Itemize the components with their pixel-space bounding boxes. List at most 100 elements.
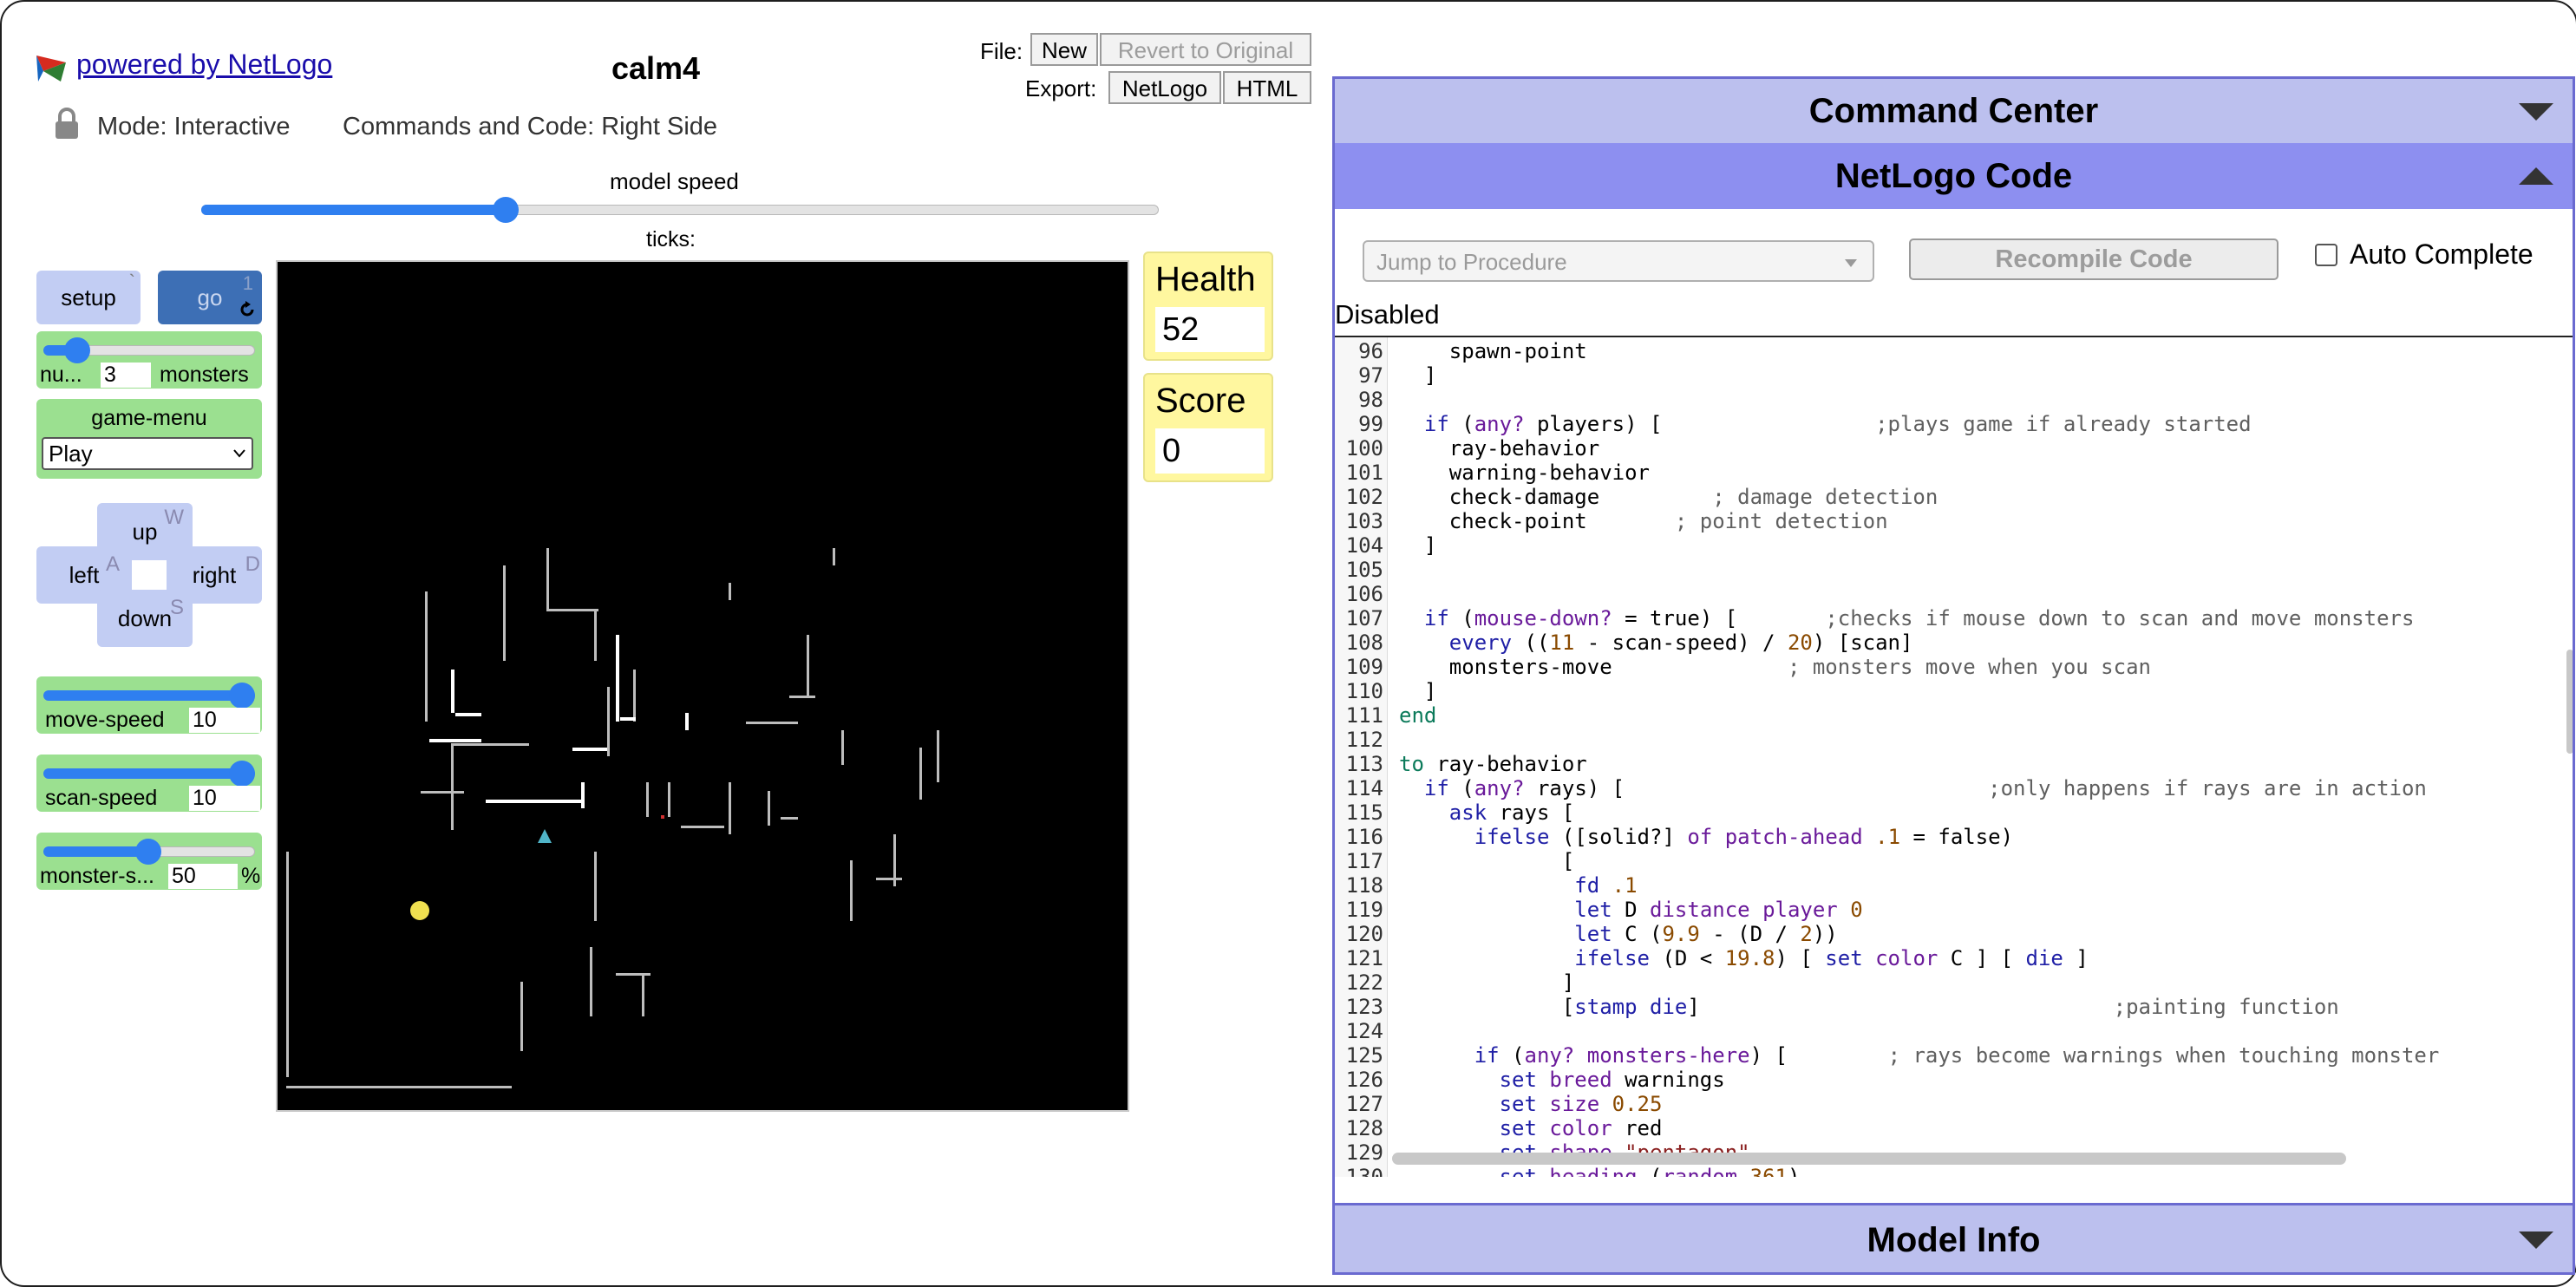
model-speed-thumb[interactable] bbox=[493, 197, 519, 223]
scanned-walls bbox=[286, 548, 939, 1088]
line-number: 126 bbox=[1345, 1068, 1383, 1092]
code-line[interactable]: 105 bbox=[1335, 558, 2549, 582]
code-line[interactable]: 102 check-damage ; damage detection bbox=[1335, 485, 2549, 509]
right-panel: Command Center NetLogo Code Jump to Proc… bbox=[1332, 76, 2575, 1275]
code-line[interactable]: 116 ifelse ([solid?] of patch-ahead .1 =… bbox=[1335, 825, 2549, 849]
netlogo-code-label: NetLogo Code bbox=[1834, 157, 2073, 195]
code-text: ray-behavior bbox=[1399, 436, 1600, 461]
commands-and-code-position[interactable]: Commands and Code: Right Side bbox=[343, 113, 717, 141]
game-menu-chooser[interactable]: game-menu Play bbox=[36, 399, 262, 479]
code-line[interactable]: 101 warning-behavior bbox=[1335, 461, 2549, 485]
scan-speed-value[interactable]: 10 bbox=[189, 786, 260, 811]
down-label: down bbox=[117, 605, 173, 631]
code-line[interactable]: 125 if (any? monsters-here) [ ; rays bec… bbox=[1335, 1043, 2549, 1068]
code-line[interactable]: 111 end bbox=[1335, 703, 2549, 728]
export-netlogo-button[interactable]: NetLogo bbox=[1108, 71, 1221, 104]
powered-by-netlogo-link[interactable]: powered by NetLogo bbox=[76, 49, 332, 81]
line-number: 119 bbox=[1345, 898, 1383, 922]
command-center-label: Command Center bbox=[1808, 92, 2099, 130]
code-text: ] bbox=[1399, 363, 1437, 388]
model-info-tab[interactable]: Model Info bbox=[1335, 1203, 2573, 1272]
code-line[interactable]: 117 [ bbox=[1335, 849, 2549, 873]
go-button[interactable]: go 1 bbox=[158, 271, 262, 324]
code-line[interactable]: 130 set heading (random 361) bbox=[1335, 1165, 2549, 1177]
auto-complete-checkbox[interactable] bbox=[2315, 244, 2337, 266]
code-line[interactable]: 118 fd .1 bbox=[1335, 873, 2549, 898]
line-number: 114 bbox=[1345, 776, 1383, 800]
code-line[interactable]: 110 ] bbox=[1335, 679, 2549, 703]
code-text: every ((11 - scan-speed) / 20) [scan] bbox=[1448, 630, 1913, 655]
move-speed-value[interactable]: 10 bbox=[189, 708, 260, 733]
line-number: 106 bbox=[1345, 582, 1383, 606]
code-line[interactable]: 123 [stamp die] ;painting function bbox=[1335, 995, 2549, 1019]
code-line[interactable]: 115 ask rays [ bbox=[1335, 800, 2549, 825]
code-line[interactable]: 104 ] bbox=[1335, 533, 2549, 558]
num-monsters-label: nu... bbox=[40, 363, 82, 387]
code-line[interactable]: 109 monsters-move ; monsters move when y… bbox=[1335, 655, 2549, 679]
scan-speed-slider[interactable]: scan-speed 10 bbox=[36, 755, 262, 812]
code-line[interactable]: 98 bbox=[1335, 388, 2549, 412]
jump-to-procedure-select[interactable]: Jump to Procedure bbox=[1363, 240, 1874, 282]
code-text: set color red bbox=[1499, 1116, 1663, 1140]
code-line[interactable]: 107 if (mouse-down? = true) [ ;checks if… bbox=[1335, 606, 2549, 630]
num-monsters-thumb[interactable] bbox=[64, 337, 90, 363]
code-text: let D distance player 0 bbox=[1574, 898, 1863, 922]
recompile-code-button[interactable]: Recompile Code bbox=[1909, 238, 2279, 280]
code-editor[interactable]: 96 spawn-point 97 ] 98 99 if (any? players)… bbox=[1335, 336, 2573, 1177]
vertical-scrollbar[interactable] bbox=[2566, 650, 2573, 754]
code-line[interactable]: 126 set breed warnings bbox=[1335, 1068, 2549, 1092]
new-button[interactable]: New bbox=[1030, 33, 1098, 66]
export-html-button[interactable]: HTML bbox=[1223, 71, 1311, 104]
code-line[interactable]: 113 to ray-behavior bbox=[1335, 752, 2549, 776]
code-line[interactable]: 112 bbox=[1335, 728, 2549, 752]
horizontal-scrollbar[interactable] bbox=[1392, 1153, 2346, 1165]
code-line[interactable]: 127 set size 0.25 bbox=[1335, 1092, 2549, 1116]
code-text: set heading (random 361) bbox=[1499, 1165, 1801, 1177]
game-menu-selected: Play bbox=[49, 441, 93, 467]
code-line[interactable]: 103 check-point ; point detection bbox=[1335, 509, 2549, 533]
code-line[interactable]: 106 bbox=[1335, 582, 2549, 606]
line-number: 107 bbox=[1345, 606, 1383, 630]
num-monsters-units: monsters bbox=[160, 363, 249, 387]
code-line[interactable]: 124 bbox=[1335, 1019, 2549, 1043]
health-monitor: Health 52 bbox=[1143, 252, 1273, 361]
code-line[interactable]: 100 ray-behavior bbox=[1335, 436, 2549, 461]
code-line[interactable]: 128 set color red bbox=[1335, 1116, 2549, 1140]
code-text: [stamp die] ;painting function bbox=[1399, 995, 2339, 1019]
monster-speed-slider[interactable]: monster-s... 50 % bbox=[36, 833, 262, 890]
line-number: 110 bbox=[1345, 679, 1383, 703]
num-monsters-value[interactable]: 3 bbox=[101, 363, 151, 388]
move-speed-slider[interactable]: move-speed 10 bbox=[36, 676, 262, 734]
code-line[interactable]: 99 if (any? players) [ ;plays game if al… bbox=[1335, 412, 2549, 436]
line-number: 102 bbox=[1345, 485, 1383, 509]
down-button[interactable]: down S bbox=[97, 590, 193, 647]
code-line[interactable]: 121 ifelse (D < 19.8) [ set color C ] [ … bbox=[1335, 946, 2549, 970]
line-number: 128 bbox=[1345, 1116, 1383, 1140]
netlogo-code-tab[interactable]: NetLogo Code bbox=[1335, 143, 2573, 209]
go-label: go bbox=[197, 284, 223, 310]
code-line[interactable]: 114 if (any? rays) [ ;only happens if ra… bbox=[1335, 776, 2549, 800]
lock-icon[interactable] bbox=[54, 108, 80, 140]
world-view[interactable] bbox=[276, 260, 1129, 1112]
monster-speed-value[interactable]: 50 bbox=[168, 864, 238, 889]
monster-speed-thumb[interactable] bbox=[135, 839, 161, 865]
command-center-tab[interactable]: Command Center bbox=[1335, 79, 2573, 143]
setup-button[interactable]: setup ` bbox=[36, 271, 141, 324]
dropdown-arrow-icon bbox=[1845, 259, 1857, 267]
health-value: 52 bbox=[1155, 307, 1265, 352]
line-number: 120 bbox=[1345, 922, 1383, 946]
game-menu-select[interactable]: Play bbox=[42, 437, 253, 470]
code-line[interactable]: 120 let C (9.9 - (D / 2)) bbox=[1335, 922, 2549, 946]
line-number: 118 bbox=[1345, 873, 1383, 898]
code-line[interactable]: 108 every ((11 - scan-speed) / 20) [scan… bbox=[1335, 630, 2549, 655]
revert-to-original-button[interactable]: Revert to Original bbox=[1100, 33, 1311, 66]
code-line[interactable]: 119 let D distance player 0 bbox=[1335, 898, 2549, 922]
line-number: 121 bbox=[1345, 946, 1383, 970]
num-monsters-slider[interactable]: nu... 3 monsters bbox=[36, 331, 262, 389]
scan-speed-thumb[interactable] bbox=[229, 761, 255, 787]
code-line[interactable]: 97 ] bbox=[1335, 363, 2549, 388]
move-speed-thumb[interactable] bbox=[229, 683, 255, 709]
code-line[interactable]: 96 spawn-point bbox=[1335, 339, 2549, 363]
code-line[interactable]: 122 ] bbox=[1335, 970, 2549, 995]
chevron-down-icon bbox=[2519, 103, 2553, 121]
